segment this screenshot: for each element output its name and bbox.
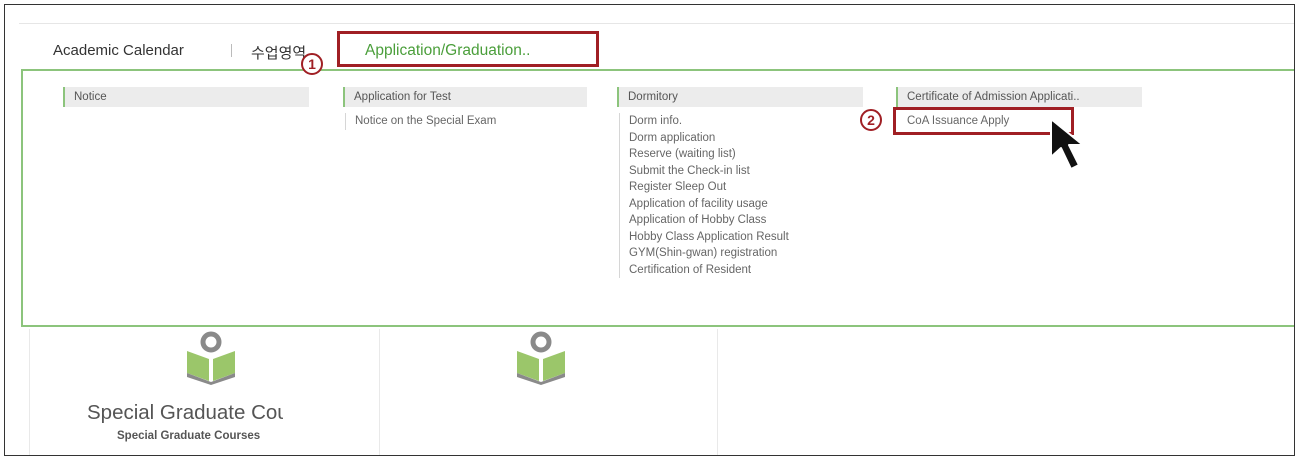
mouse-pointer-icon bbox=[1050, 118, 1084, 170]
card-divider bbox=[717, 329, 718, 455]
annotation-step-1: 1 bbox=[301, 53, 323, 75]
menu-item-dorm-application[interactable]: Dorm application bbox=[629, 130, 863, 147]
nav-academic-calendar[interactable]: Academic Calendar bbox=[53, 42, 184, 59]
top-navigation: Academic Calendar 수업영역 Application/Gradu… bbox=[19, 23, 1294, 63]
menu-header-application-for-test[interactable]: Application for Test bbox=[343, 87, 587, 107]
mega-menu-dropdown: Notice Application for Test Notice on th… bbox=[21, 69, 1294, 327]
nav-separator bbox=[231, 44, 232, 57]
menu-header-certificate-of-admission[interactable]: Certificate of Admission Applicati.. bbox=[896, 87, 1142, 107]
menu-item-reserve-waiting-list[interactable]: Reserve (waiting list) bbox=[629, 146, 863, 163]
menu-item-hobby-class-result[interactable]: Hobby Class Application Result bbox=[629, 229, 863, 246]
menu-column-application-for-test: Application for Test Notice on the Speci… bbox=[343, 87, 587, 130]
menu-list-application-for-test: Notice on the Special Exam bbox=[345, 113, 587, 130]
card-subtitle-special-graduate: Special Graduate Courses bbox=[117, 430, 261, 442]
menu-column-notice: Notice bbox=[63, 87, 309, 107]
menu-column-dormitory: Dormitory Dorm info. Dorm application Re… bbox=[617, 87, 863, 278]
course-cards: Special Graduate Course Special Graduate… bbox=[29, 329, 1294, 455]
menu-item-hobby-class-application[interactable]: Application of Hobby Class bbox=[629, 212, 863, 229]
nav-class-area[interactable]: 수업영역 bbox=[251, 42, 306, 63]
card-title-special-graduate[interactable]: Special Graduate Course bbox=[87, 401, 283, 425]
menu-item-dorm-info[interactable]: Dorm info. bbox=[629, 113, 863, 130]
screenshot-frame: Academic Calendar 수업영역 Application/Gradu… bbox=[4, 4, 1295, 456]
menu-header-notice[interactable]: Notice bbox=[63, 87, 309, 107]
book-pin-icon[interactable] bbox=[515, 331, 567, 385]
annotation-box-application-graduation bbox=[337, 31, 599, 67]
card-divider bbox=[29, 329, 30, 455]
menu-item-register-sleep-out[interactable]: Register Sleep Out bbox=[629, 179, 863, 196]
menu-item-facility-usage[interactable]: Application of facility usage bbox=[629, 196, 863, 213]
annotation-step-2: 2 bbox=[860, 109, 882, 131]
menu-item-special-exam-notice[interactable]: Notice on the Special Exam bbox=[355, 113, 587, 130]
menu-item-gym-registration[interactable]: GYM(Shin-gwan) registration bbox=[629, 245, 863, 262]
menu-item-submit-check-in-list[interactable]: Submit the Check-in list bbox=[629, 163, 863, 180]
menu-header-dormitory[interactable]: Dormitory bbox=[617, 87, 863, 107]
menu-item-certification-of-resident[interactable]: Certification of Resident bbox=[629, 262, 863, 279]
card-divider bbox=[379, 329, 380, 455]
menu-list-dormitory: Dorm info. Dorm application Reserve (wai… bbox=[619, 113, 863, 278]
annotation-box-coa-issuance bbox=[893, 107, 1074, 135]
book-pin-icon[interactable] bbox=[185, 331, 237, 385]
